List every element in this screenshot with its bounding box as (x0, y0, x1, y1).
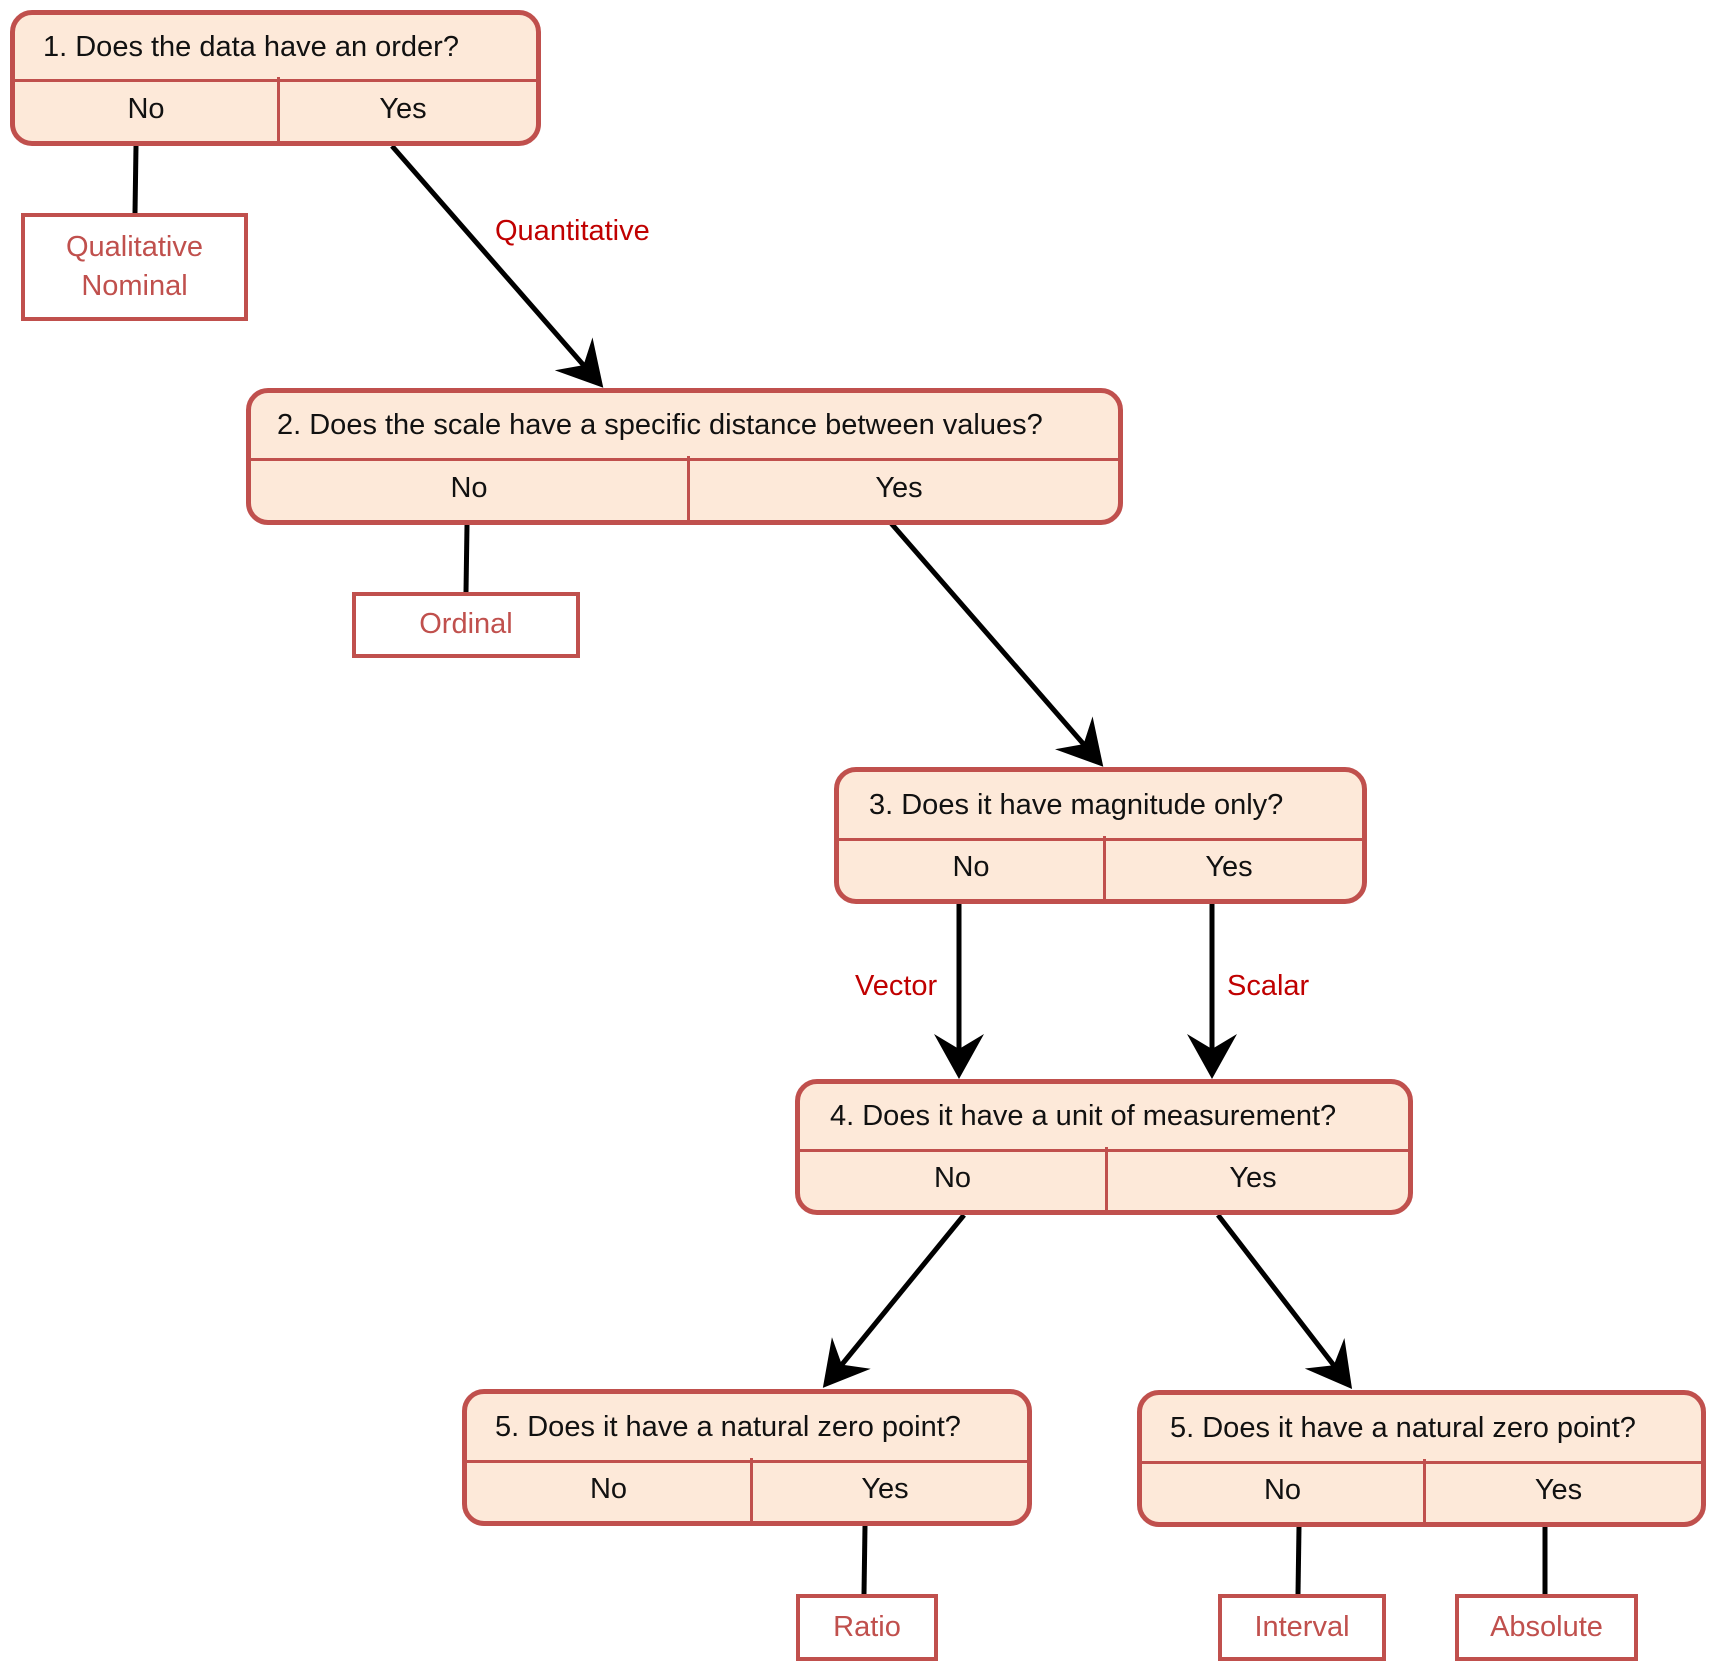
option-yes: Yes (1534, 1474, 1583, 1506)
edge-label-scalar: Scalar (1227, 970, 1310, 1002)
option-yes: Yes (1229, 1162, 1277, 1194)
result-label-qualitative: Qualitative (65, 230, 203, 263)
edge-q4-no-to-q5a-arrow (822, 1213, 966, 1388)
option-no: No (467, 1458, 753, 1521)
option-no: No (800, 1147, 1108, 1210)
option-no: No (839, 836, 1106, 899)
result-absolute: Absolute (1455, 1594, 1638, 1661)
question-text: 3. Does it have magnitude only? (839, 772, 1362, 841)
option-yes: Yes (861, 1473, 909, 1505)
question-box-3: 3. Does it have magnitude only? No Yes (834, 767, 1367, 904)
edge-q5b-no-to-interval (1295, 1526, 1302, 1595)
result-interval: Interval (1218, 1594, 1386, 1661)
question-box-1: 1. Does the data have an order? No Yes (10, 10, 541, 146)
option-no: No (1142, 1459, 1426, 1522)
edge-q5a-yes-to-ratio (861, 1525, 868, 1595)
option-no: No (251, 456, 690, 520)
result-label-nominal: Nominal (81, 270, 188, 302)
question-text: 2. Does the scale have a specific distan… (251, 393, 1118, 461)
result-label-absolute: Absolute (1490, 1610, 1603, 1643)
edge-q2-no-to-ordinal (463, 524, 470, 593)
edge-q1-yes-to-q2-arrow (390, 144, 604, 388)
question-box-5b: 5. Does it have a natural zero point? No… (1137, 1390, 1706, 1527)
result-qualitative-nominal: Qualitative Nominal (21, 213, 248, 321)
question-text: 4. Does it have a unit of measurement? (800, 1084, 1408, 1152)
question-text: 5. Does it have a natural zero point? (467, 1394, 1027, 1463)
edge-q4-yes-to-q5b-arrow (1216, 1213, 1353, 1389)
question-box-4: 4. Does it have a unit of measurement? N… (795, 1079, 1413, 1215)
option-yes: Yes (1205, 851, 1253, 883)
result-ordinal: Ordinal (352, 592, 580, 658)
edge-label-quantitative: Quantitative (495, 215, 650, 247)
question-text: 1. Does the data have an order? (15, 15, 536, 82)
result-label-interval: Interval (1254, 1610, 1350, 1643)
edge-q1-no-to-qualitative (132, 145, 139, 214)
option-no: No (15, 77, 280, 141)
option-yes: Yes (379, 92, 427, 125)
option-yes: Yes (875, 471, 923, 504)
question-text: 5. Does it have a natural zero point? (1142, 1395, 1701, 1464)
edge-label-vector: Vector (855, 970, 938, 1002)
question-box-5a: 5. Does it have a natural zero point? No… (462, 1389, 1032, 1526)
result-ratio: Ratio (796, 1594, 938, 1661)
result-label-ratio: Ratio (833, 1610, 901, 1643)
result-label-ordinal: Ordinal (419, 608, 513, 641)
question-box-2: 2. Does the scale have a specific distan… (246, 388, 1123, 525)
edge-q2-yes-to-q3-arrow (888, 520, 1104, 767)
